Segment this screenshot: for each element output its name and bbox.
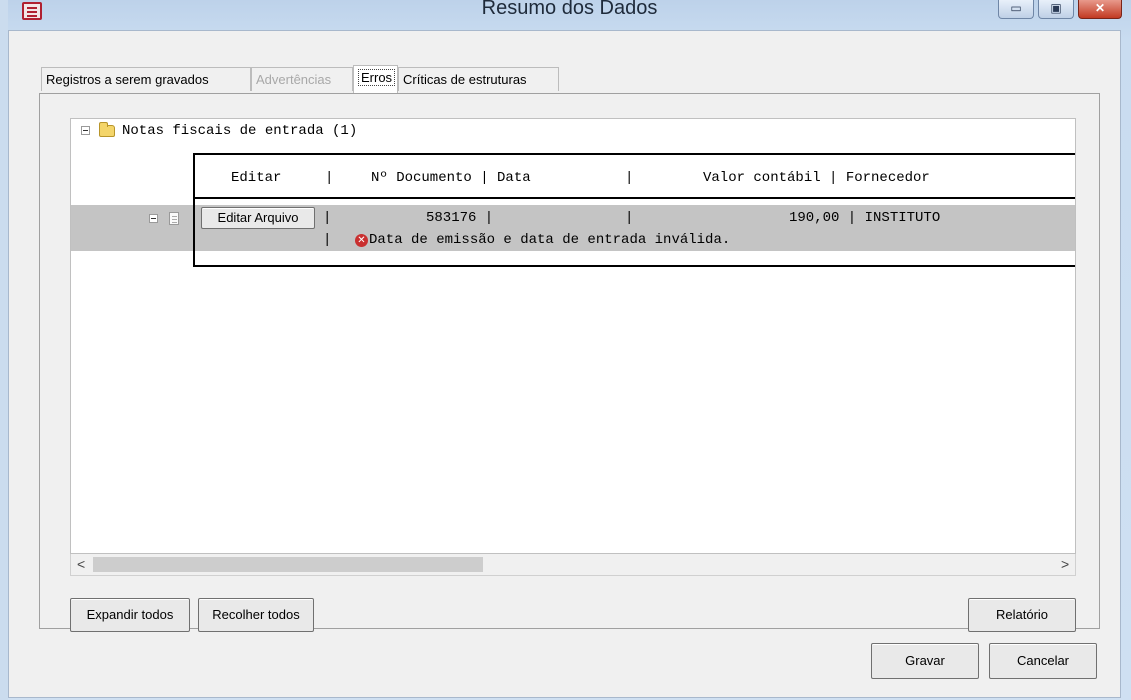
- maximize-button[interactable]: ▣: [1038, 0, 1074, 19]
- horizontal-scrollbar[interactable]: < >: [70, 554, 1076, 576]
- row-separator: |: [323, 232, 332, 248]
- dialog-client-area: Registros a serem gravados Advertências …: [8, 30, 1121, 698]
- row-valor-fornecedor: 190,00 | INSTITUTO: [789, 210, 941, 226]
- folder-icon: [99, 122, 115, 137]
- window-border: [0, 0, 8, 700]
- row-separator: |: [323, 210, 332, 226]
- header-documento-data: Nº Documento | Data: [371, 170, 531, 186]
- edit-file-button[interactable]: Editar Arquivo: [201, 207, 315, 229]
- expand-all-button[interactable]: Expandir todos: [70, 598, 190, 632]
- save-button[interactable]: Gravar: [871, 643, 979, 679]
- main-window: Resumo dos Dados ▭ ▣ ✕ Registros a serem…: [0, 0, 1131, 700]
- header-separator: |: [625, 170, 634, 186]
- error-circle-icon: ✕: [355, 234, 368, 247]
- scroll-left-arrow[interactable]: <: [77, 556, 85, 572]
- collapse-group-icon[interactable]: [81, 126, 90, 135]
- document-icon: [169, 212, 179, 225]
- row-separator: |: [625, 210, 634, 226]
- minimize-button[interactable]: ▭: [998, 0, 1034, 19]
- window-title: Resumo dos Dados: [481, 0, 658, 19]
- header-divider: [195, 197, 1075, 199]
- error-tree[interactable]: Notas fiscais de entrada (1) Editar | Nº…: [70, 118, 1076, 554]
- scroll-right-arrow[interactable]: >: [1061, 556, 1069, 572]
- tab-panel-erros: Notas fiscais de entrada (1) Editar | Nº…: [39, 93, 1100, 632]
- tab-advertencias: Advertências: [251, 67, 353, 91]
- tab-registros[interactable]: Registros a serem gravados: [41, 67, 251, 91]
- cancel-button[interactable]: Cancelar: [989, 643, 1097, 679]
- header-valor-fornecedor: Valor contábil | Fornecedor: [703, 170, 930, 186]
- title-bar[interactable]: Resumo dos Dados ▭ ▣ ✕: [8, 0, 1131, 30]
- report-button[interactable]: Relatório: [968, 598, 1076, 632]
- tab-criticas[interactable]: Críticas de estruturas: [398, 67, 559, 91]
- tab-erros-label: Erros: [358, 69, 396, 86]
- collapse-all-button[interactable]: Recolher todos: [198, 598, 314, 632]
- collapse-row-icon[interactable]: [149, 214, 158, 223]
- header-editar: Editar: [231, 170, 282, 186]
- error-message: Data de emissão e data de entrada inváli…: [369, 232, 731, 248]
- scrollbar-thumb[interactable]: [93, 557, 483, 572]
- close-button[interactable]: ✕: [1078, 0, 1122, 19]
- tab-erros[interactable]: Erros: [353, 65, 398, 93]
- group-label: Notas fiscais de entrada (1): [122, 123, 358, 139]
- row-documento: 583176 |: [426, 210, 494, 226]
- header-separator: |: [325, 170, 334, 186]
